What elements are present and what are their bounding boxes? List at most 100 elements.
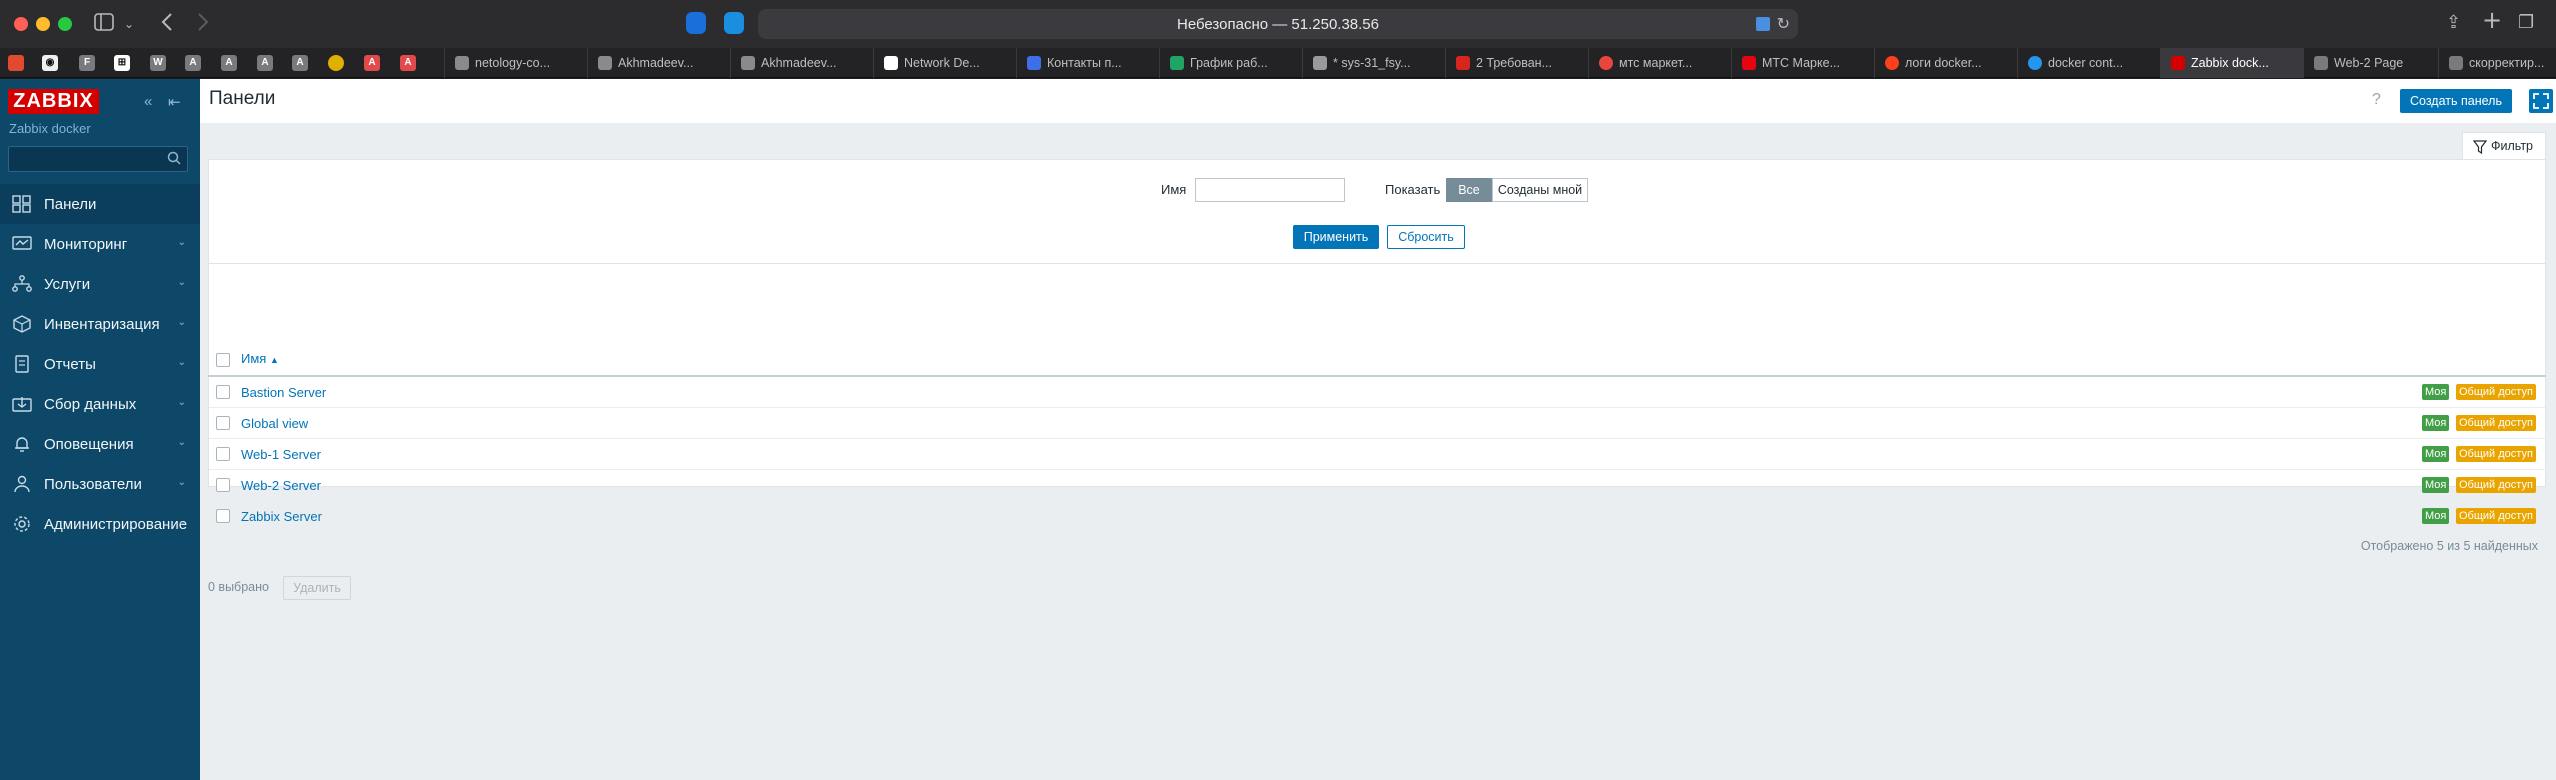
extension-shield-icon[interactable] bbox=[724, 12, 744, 34]
back-button[interactable] bbox=[160, 12, 174, 37]
table-row: Bastion Server Моя Общий доступ bbox=[209, 377, 2545, 408]
badge-shared: Общий доступ bbox=[2456, 477, 2536, 493]
zoom-window-button[interactable] bbox=[58, 17, 72, 31]
page-header: Панели ? Создать панель bbox=[200, 79, 2556, 123]
pinned-tab-a-icon[interactable]: A bbox=[400, 55, 416, 71]
forward-button[interactable] bbox=[196, 12, 210, 37]
badge-shared: Общий доступ bbox=[2456, 446, 2536, 462]
tab-overview-icon[interactable]: ❐ bbox=[2518, 12, 2534, 34]
row-checkbox[interactable] bbox=[216, 385, 230, 399]
browser-tab[interactable]: График раб... bbox=[1159, 48, 1302, 78]
sidebar-item-monitoring[interactable]: Мониторинг ⌄ bbox=[0, 224, 200, 264]
sidebar-item-users[interactable]: Пользователи ⌄ bbox=[0, 464, 200, 504]
sidebar-toggle-icon[interactable] bbox=[94, 13, 114, 36]
delete-button[interactable]: Удалить bbox=[283, 576, 351, 600]
pinned-tab-a-icon[interactable]: A bbox=[221, 55, 237, 71]
filter-tab[interactable]: Фильтр bbox=[2462, 132, 2546, 160]
badge-shared: Общий доступ bbox=[2456, 415, 2536, 431]
hide-sidebar-icon[interactable]: ⇤ bbox=[168, 93, 181, 111]
row-checkbox[interactable] bbox=[216, 416, 230, 430]
row-checkbox[interactable] bbox=[216, 478, 230, 492]
dashboard-icon bbox=[12, 195, 31, 213]
reload-icon[interactable]: ↻ bbox=[1777, 14, 1790, 33]
show-all-option[interactable]: Все bbox=[1446, 178, 1492, 202]
pinned-tab-a-icon[interactable]: A bbox=[364, 55, 380, 71]
minimize-window-button[interactable] bbox=[36, 17, 50, 31]
dashboard-link[interactable]: Global view bbox=[241, 416, 308, 431]
collapse-sidebar-icon[interactable]: « bbox=[144, 93, 152, 110]
browser-tab[interactable]: netology-co... bbox=[444, 48, 587, 78]
sidebar-item-reports[interactable]: Отчеты ⌄ bbox=[0, 344, 200, 384]
sidebar-item-label: Панели bbox=[44, 196, 97, 213]
pinned-tab-a-icon[interactable]: A bbox=[185, 55, 201, 71]
sidebar-item-administration[interactable]: Администрирование ⌄ bbox=[0, 504, 200, 544]
row-checkbox[interactable] bbox=[216, 447, 230, 461]
share-icon[interactable]: ⇪ bbox=[2446, 12, 2461, 34]
browser-tab[interactable]: Контакты п... bbox=[1016, 48, 1159, 78]
reset-button[interactable]: Сбросить bbox=[1387, 225, 1465, 249]
browser-tab[interactable]: docker cont... bbox=[2017, 48, 2160, 78]
browser-tab[interactable]: мтс маркет... bbox=[1588, 48, 1731, 78]
close-window-button[interactable] bbox=[14, 17, 28, 31]
browser-tab[interactable]: Web-2 Page bbox=[2303, 48, 2438, 78]
main-content: Панели ? Создать панель Фильтр Имя Показ… bbox=[200, 79, 2556, 780]
browser-tab[interactable]: логи docker... bbox=[1874, 48, 2017, 78]
sidebar-item-inventory[interactable]: Инвентаризация ⌄ bbox=[0, 304, 200, 344]
sidebar-item-label: Инвентаризация bbox=[44, 316, 160, 333]
dashboard-link[interactable]: Web-1 Server bbox=[241, 447, 321, 462]
fullscreen-icon[interactable] bbox=[2529, 89, 2553, 113]
row-checkbox[interactable] bbox=[216, 509, 230, 523]
column-header-name[interactable]: Имя ▲ bbox=[241, 351, 279, 366]
help-icon[interactable]: ? bbox=[2372, 91, 2381, 109]
dashboard-link[interactable]: Zabbix Server bbox=[241, 509, 322, 524]
filter-name-label: Имя bbox=[1161, 182, 1187, 197]
new-tab-icon[interactable]: + bbox=[2482, 8, 2502, 32]
browser-tab[interactable]: МТС Марке... bbox=[1731, 48, 1874, 78]
chevron-down-icon: ⌄ bbox=[177, 317, 186, 328]
search-input[interactable] bbox=[9, 147, 159, 171]
pinned-tab-f-icon[interactable]: F bbox=[79, 55, 95, 71]
browser-tab[interactable]: скорректир... bbox=[2438, 48, 2556, 78]
pinned-tab-a-icon[interactable]: A bbox=[257, 55, 273, 71]
notion-icon[interactable]: ⊞ bbox=[114, 55, 130, 71]
server-name: Zabbix docker bbox=[9, 121, 91, 136]
page-title: Панели bbox=[209, 88, 276, 109]
sidebar-item-alerts[interactable]: Оповещения ⌄ bbox=[0, 424, 200, 464]
pinned-tab-w-icon[interactable]: W bbox=[150, 55, 166, 71]
browser-tab[interactable]: Akhmadeev... bbox=[587, 48, 730, 78]
browser-tab[interactable]: 2 Требован... bbox=[1445, 48, 1588, 78]
browser-tab-active[interactable]: Zabbix dock... bbox=[2160, 48, 2303, 78]
zabbix-logo[interactable]: ZABBIX bbox=[8, 89, 99, 114]
dashboard-link[interactable]: Bastion Server bbox=[241, 385, 326, 400]
browser-tab[interactable]: Akhmadeev... bbox=[730, 48, 873, 78]
github-icon[interactable]: ◉ bbox=[42, 55, 58, 71]
pinned-tab-icon[interactable] bbox=[8, 55, 24, 71]
filter-show-label: Показать bbox=[1385, 182, 1441, 197]
badge-mine: Моя bbox=[2422, 446, 2450, 462]
badge-shared: Общий доступ bbox=[2456, 508, 2536, 524]
privacy-shield-icon[interactable] bbox=[686, 12, 706, 34]
table-row: Zabbix Server Моя Общий доступ bbox=[209, 501, 2545, 532]
sidebar-item-label: Услуги bbox=[44, 276, 91, 293]
create-dashboard-button[interactable]: Создать панель bbox=[2400, 89, 2512, 113]
select-all-checkbox[interactable] bbox=[216, 353, 230, 367]
speaker-icon[interactable] bbox=[1756, 17, 1770, 31]
show-mine-option[interactable]: Созданы мной bbox=[1492, 178, 1588, 202]
search-icon[interactable] bbox=[167, 151, 181, 165]
table-row: Web-1 Server Моя Общий доступ bbox=[209, 439, 2545, 470]
sidebar-item-dashboards[interactable]: Панели bbox=[0, 184, 200, 224]
dashboard-link[interactable]: Web-2 Server bbox=[241, 478, 321, 493]
browser-tab[interactable]: * sys-31_fsy... bbox=[1302, 48, 1445, 78]
filter-name-input[interactable] bbox=[1195, 178, 1345, 202]
sun-icon[interactable] bbox=[328, 55, 344, 71]
sidebar-item-label: Оповещения bbox=[44, 436, 134, 453]
pinned-tab-a-icon[interactable]: A bbox=[292, 55, 308, 71]
data-collection-icon bbox=[12, 397, 32, 412]
apply-button[interactable]: Применить bbox=[1293, 225, 1379, 249]
browser-tab[interactable]: Network De... bbox=[873, 48, 1016, 78]
address-bar[interactable]: Небезопасно — 51.250.38.56 ↻ bbox=[758, 9, 1798, 39]
sidebar-item-data-collection[interactable]: Сбор данных ⌄ bbox=[0, 384, 200, 424]
badge-mine: Моя bbox=[2422, 415, 2450, 431]
chevron-down-icon[interactable]: ⌄ bbox=[124, 13, 134, 35]
sidebar-item-services[interactable]: Услуги ⌄ bbox=[0, 264, 200, 304]
